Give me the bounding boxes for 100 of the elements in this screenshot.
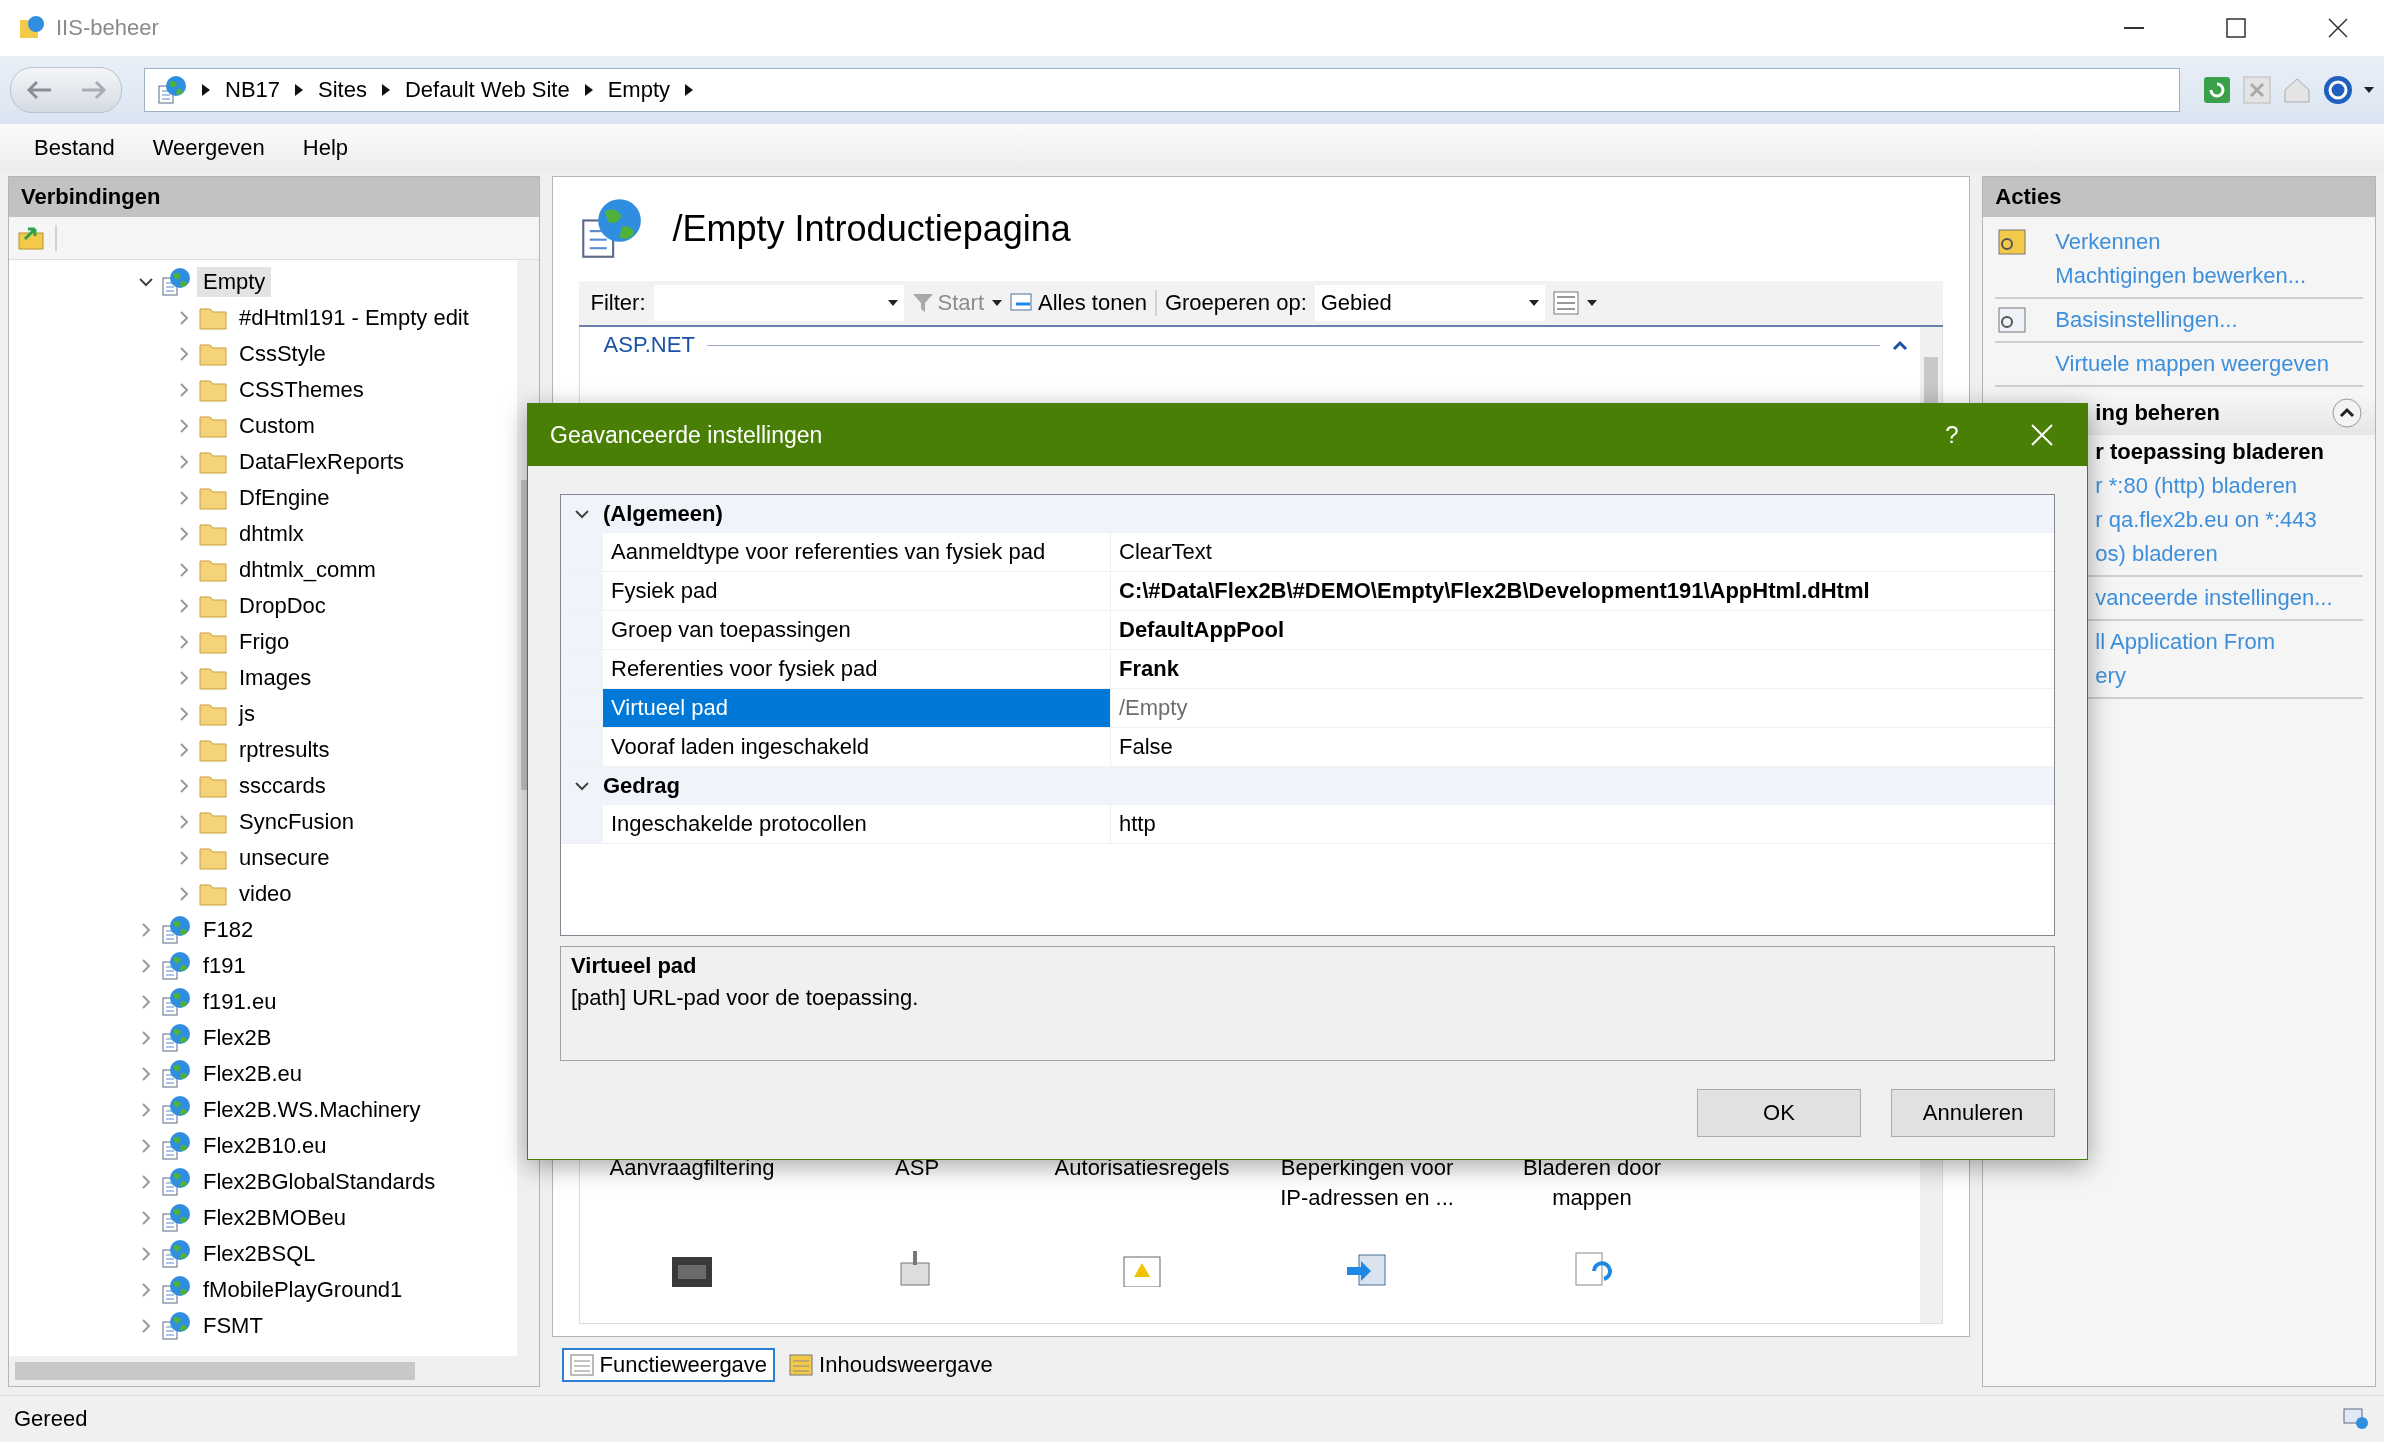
breadcrumb[interactable]: NB17 <box>225 77 281 103</box>
network-icon <box>2342 1407 2370 1431</box>
dropdown-arrow-icon[interactable] <box>887 299 898 307</box>
tree-item[interactable]: f191.eu <box>197 987 283 1017</box>
status-text: Gereed <box>14 1406 88 1432</box>
connect-icon[interactable] <box>17 225 45 251</box>
view-tab[interactable]: Inhoudsweergave <box>781 1348 1001 1382</box>
site-icon <box>161 1275 191 1305</box>
tree-item[interactable]: unsecure <box>233 843 336 873</box>
dropdown-arrow-icon[interactable] <box>1528 299 1539 307</box>
breadcrumb[interactable]: Default Web Site <box>404 77 570 103</box>
site-icon <box>161 951 191 981</box>
site-icon <box>161 1167 191 1197</box>
chevron-icon[interactable] <box>684 83 694 97</box>
property-value: DefaultAppPool <box>1118 616 1285 644</box>
tree-item[interactable]: Flex2BGlobalStandards <box>197 1167 442 1197</box>
dialog-button[interactable]: OK <box>1697 1089 1861 1137</box>
tree-item[interactable]: Flex2BMOBeu <box>197 1203 353 1233</box>
section-heading: ing beheren <box>2095 400 2220 426</box>
help-icon[interactable] <box>2322 74 2354 106</box>
breadcrumb[interactable]: Sites <box>318 77 367 103</box>
folder-icon <box>199 702 227 726</box>
dropdown-arrow-icon[interactable] <box>1586 299 1597 307</box>
site-icon <box>161 1023 191 1053</box>
show-all-button[interactable]: Alles tonen <box>1010 290 1147 316</box>
window-title: IIS-beheer <box>56 15 160 41</box>
breadcrumb[interactable]: Empty <box>607 77 670 103</box>
chevron-icon[interactable] <box>380 83 391 97</box>
site-icon <box>161 915 191 945</box>
tree-item[interactable]: js <box>233 699 261 729</box>
forward-arrow-icon[interactable] <box>79 79 108 101</box>
help-button[interactable]: ? <box>1907 421 1997 449</box>
dialog-button[interactable]: Annuleren <box>1891 1089 2055 1137</box>
menu-item[interactable]: Bestand <box>20 131 129 165</box>
tree-item[interactable]: dhtmlx_comm <box>233 555 382 585</box>
view-tab[interactable]: Functieweergave <box>561 1348 776 1382</box>
collapse-icon[interactable] <box>1892 339 1909 351</box>
tree-item[interactable]: rptresults <box>233 735 336 765</box>
refresh-icon[interactable] <box>2202 75 2232 105</box>
property-value: Frank <box>1118 655 1180 683</box>
filter-label: Filter: <box>590 290 646 316</box>
tree-item[interactable]: FSMT <box>197 1311 269 1341</box>
dropdown-arrow-icon[interactable] <box>992 299 1002 307</box>
tree-item[interactable]: f191 <box>197 951 252 981</box>
maximize-icon[interactable] <box>2226 18 2246 38</box>
tree-item[interactable]: DfEngine <box>233 483 336 513</box>
tree-item[interactable]: Frigo <box>233 627 296 657</box>
site-icon <box>161 267 191 297</box>
tree-item[interactable]: Images <box>233 663 318 693</box>
close-icon[interactable] <box>2328 18 2348 38</box>
property-value: http <box>1118 810 1157 838</box>
collapse-icon[interactable] <box>2331 397 2363 429</box>
minimize-icon[interactable] <box>2124 26 2144 30</box>
folder-icon <box>199 774 227 798</box>
site-icon <box>161 1059 191 1089</box>
folder-icon <box>199 306 227 330</box>
menu-item[interactable]: Weergeven <box>138 131 279 165</box>
tree-item[interactable]: Flex2B10.eu <box>197 1131 333 1161</box>
category-heading: (Algemeen) <box>603 501 723 527</box>
tree-item[interactable]: CSSThemes <box>233 375 370 405</box>
chevron-icon[interactable] <box>201 83 211 97</box>
tree-item[interactable]: SyncFusion <box>233 807 360 837</box>
stop-icon[interactable] <box>2242 75 2272 105</box>
menu-item[interactable]: Help <box>288 131 363 165</box>
folder-icon <box>199 414 227 438</box>
tree-item[interactable]: F182 <box>197 915 260 945</box>
tree-item[interactable]: Flex2B.eu <box>197 1059 309 1089</box>
settings-sheet-icon <box>1995 304 2028 336</box>
dropdown-arrow-icon[interactable] <box>2364 86 2374 94</box>
horizontal-scrollbar[interactable] <box>9 1356 539 1386</box>
address-bar[interactable]: NB17 Sites Default Web Site Empty <box>144 68 2180 112</box>
funnel-icon <box>911 292 934 314</box>
group-heading: ASP.NET <box>603 332 695 358</box>
tree-item[interactable]: Flex2B.WS.Machinery <box>197 1095 427 1125</box>
tree-item[interactable]: #dHtml191 - Empty edit <box>233 303 475 333</box>
property-name[interactable]: Virtueel pad <box>603 689 1111 727</box>
tree-item[interactable]: dhtmlx <box>233 519 310 549</box>
tree-item[interactable]: ssccards <box>233 771 332 801</box>
tree-item[interactable]: DataFlexReports <box>233 447 411 477</box>
tree-item[interactable]: DropDoc <box>233 591 332 621</box>
property-value: C:\#Data\Flex2B\#DEMO\Empty\Flex2B\Development191\AppHtml.dHtml <box>1118 577 1871 605</box>
tree-item[interactable]: fMobilePlayGround1 <box>197 1275 409 1305</box>
tree-item[interactable]: Custom <box>233 411 321 441</box>
tree-item[interactable]: Empty <box>197 267 272 297</box>
chevron-icon[interactable] <box>294 83 305 97</box>
filter-field[interactable] <box>653 285 904 321</box>
tree-item[interactable]: CssStyle <box>233 339 332 369</box>
tree-item[interactable]: video <box>233 879 298 909</box>
folder-icon <box>199 450 227 474</box>
chevron-icon[interactable] <box>583 83 594 97</box>
back-arrow-icon[interactable] <box>24 79 53 101</box>
group-by-field[interactable]: Gebied <box>1314 285 1545 321</box>
list-icon <box>1010 292 1034 314</box>
site-icon <box>161 1239 191 1269</box>
view-icon[interactable] <box>1552 291 1579 315</box>
tree-item[interactable]: Flex2B <box>197 1023 278 1053</box>
folder-icon <box>199 378 227 402</box>
folder-icon <box>199 486 227 510</box>
folder-page-icon <box>789 1353 814 1377</box>
tree-item[interactable]: Flex2BSQL <box>197 1239 322 1269</box>
